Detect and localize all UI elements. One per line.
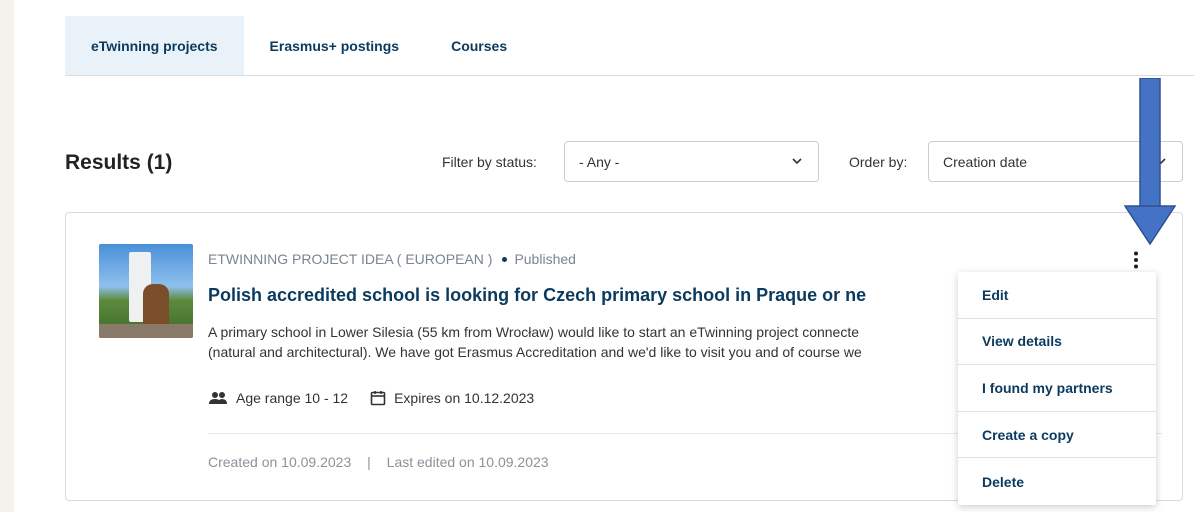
card-footer: Created on 10.09.2023 | Last edited on 1… <box>208 454 549 470</box>
status-dot-icon <box>502 256 508 262</box>
filter-status-label: Filter by status: <box>442 154 537 170</box>
chevron-down-icon <box>792 158 802 165</box>
menu-item-found-partners[interactable]: I found my partners <box>958 365 1156 412</box>
footer-separator: | <box>367 454 371 470</box>
description-line-2: (natural and architectural). We have got… <box>208 344 862 360</box>
created-date: Created on 10.09.2023 <box>208 454 352 470</box>
expiry-text: Expires on 10.12.2023 <box>394 390 535 406</box>
age-range-text: Age range 10 - 12 <box>236 390 349 406</box>
annotation-arrow-icon <box>1124 78 1176 246</box>
more-options-icon[interactable] <box>1127 250 1145 270</box>
filter-status-select[interactable]: - Any - <box>564 141 819 182</box>
description-line-1: A primary school in Lower Silesia (55 km… <box>208 324 860 340</box>
expiry: Expires on 10.12.2023 <box>370 390 534 406</box>
project-thumbnail <box>99 244 193 338</box>
project-type: ETWINNING PROJECT IDEA ( EUROPEAN ) <box>208 251 493 267</box>
project-title[interactable]: Polish accredited school is looking for … <box>208 285 943 306</box>
tab-bar: eTwinning projects Erasmus+ postings Cou… <box>65 16 533 76</box>
tab-etwinning-projects[interactable]: eTwinning projects <box>65 16 244 76</box>
age-range: Age range 10 - 12 <box>208 390 348 406</box>
status-badge: Published <box>514 251 576 267</box>
project-meta: ETWINNING PROJECT IDEA ( EUROPEAN ) Publ… <box>208 251 576 267</box>
order-by-label: Order by: <box>849 154 908 170</box>
results-heading: Results (1) <box>65 151 173 174</box>
project-description: A primary school in Lower Silesia (55 km… <box>208 322 948 362</box>
tabs-divider <box>65 75 1194 76</box>
last-edited-date: Last edited on 10.09.2023 <box>386 454 549 470</box>
menu-item-delete[interactable]: Delete <box>958 458 1156 505</box>
project-info: Age range 10 - 12 Expires on 10.12.2023 <box>208 390 556 406</box>
filter-status-value: - Any - <box>579 153 620 170</box>
order-by-value: Creation date <box>943 153 1028 170</box>
people-icon <box>209 392 227 404</box>
tab-courses[interactable]: Courses <box>425 16 533 76</box>
card-actions-menu: Edit View details I found my partners Cr… <box>958 272 1156 505</box>
menu-item-view-details[interactable]: View details <box>958 319 1156 366</box>
menu-item-create-copy[interactable]: Create a copy <box>958 412 1156 459</box>
tab-erasmus-postings[interactable]: Erasmus+ postings <box>244 16 426 76</box>
page: eTwinning projects Erasmus+ postings Cou… <box>14 0 1194 512</box>
menu-item-edit[interactable]: Edit <box>958 272 1156 319</box>
calendar-icon <box>370 391 386 406</box>
